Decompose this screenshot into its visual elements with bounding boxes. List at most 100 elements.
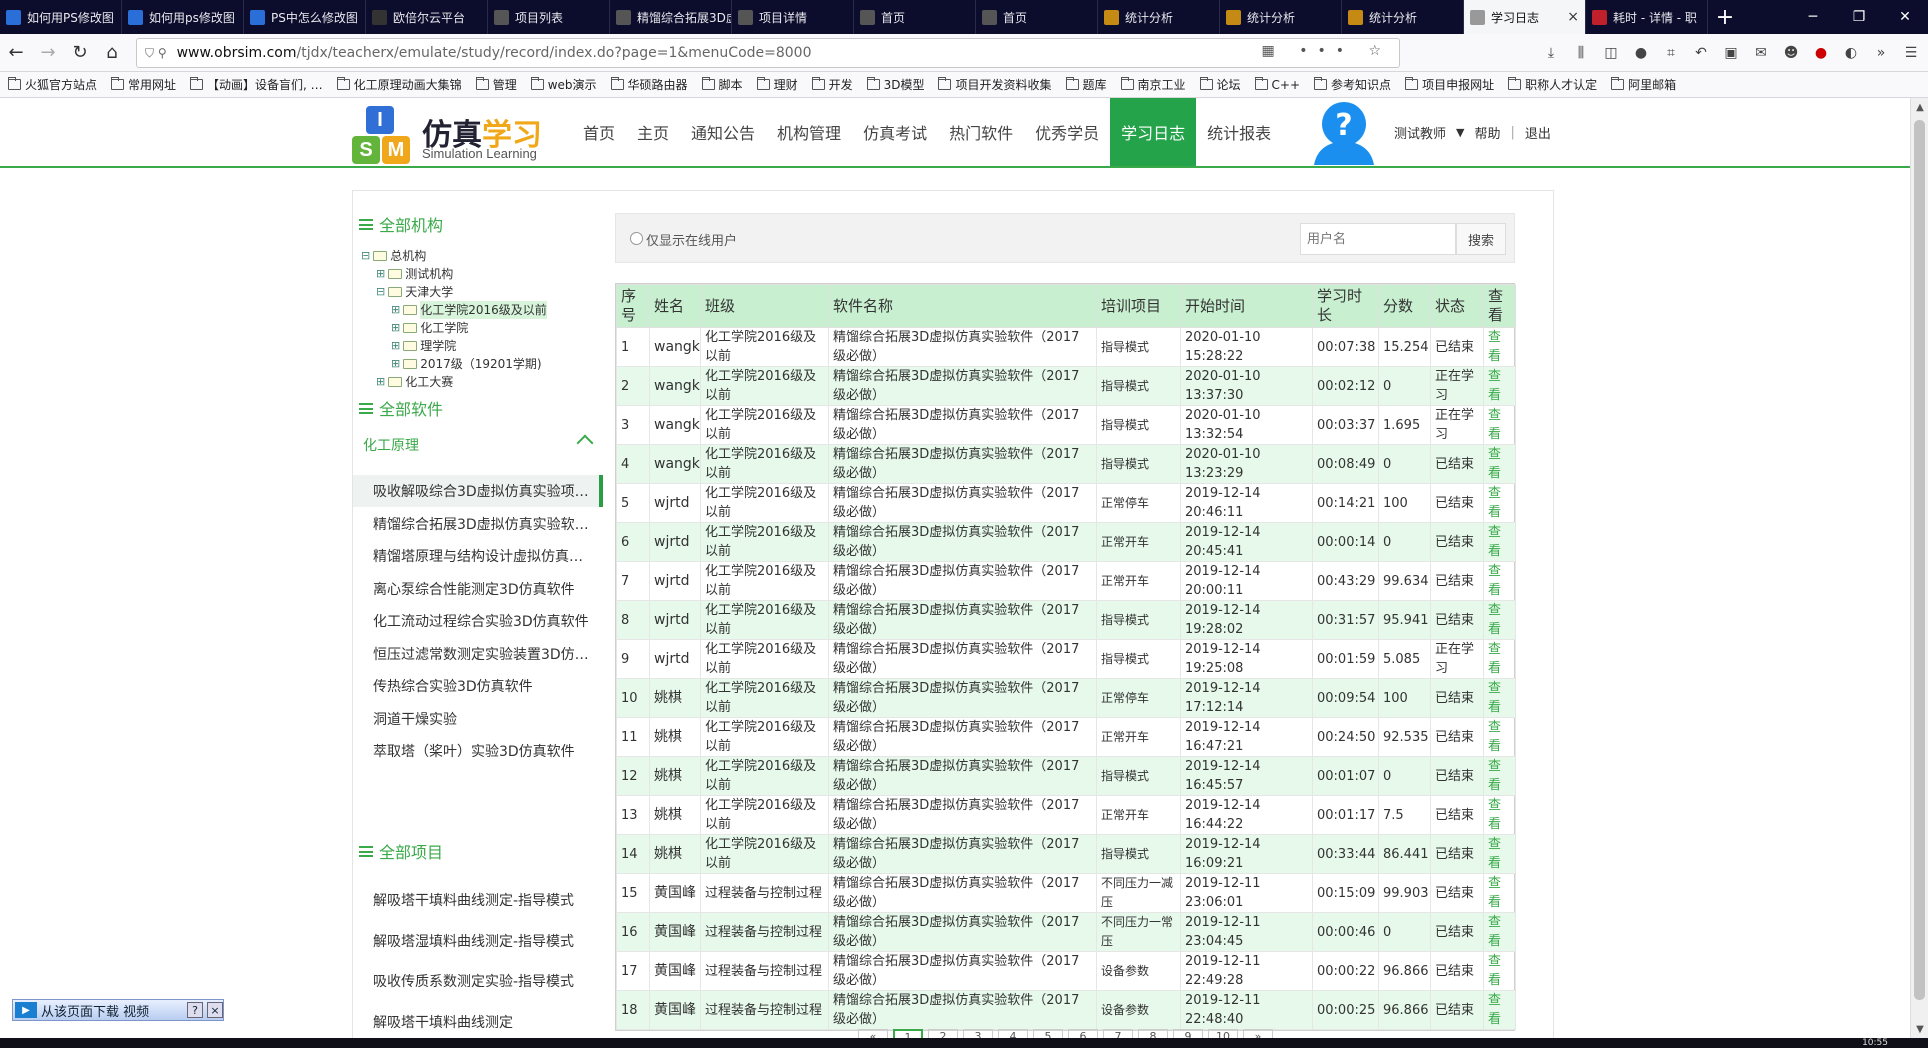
column-header[interactable]: 培训项目 (1096, 284, 1181, 328)
software-item[interactable]: 化工流动过程综合实验3D仿真软件 (353, 605, 603, 637)
bookmark-item[interactable]: 阿里邮箱 (1611, 76, 1676, 93)
page-actions-icon[interactable]: ▦ ••• ☆ (1262, 43, 1391, 59)
view-link[interactable]: 查看 (1483, 717, 1516, 757)
browser-tab[interactable]: 耗时 - 详情 - 职 (1586, 0, 1708, 34)
browser-tab[interactable]: 如何用ps修改图 (122, 0, 244, 34)
search-button[interactable]: 搜索 (1456, 223, 1506, 255)
view-link[interactable]: 查看 (1483, 444, 1516, 484)
view-link[interactable]: 查看 (1483, 834, 1516, 874)
tree-toggle-icon[interactable]: ⊞ (391, 319, 400, 337)
help-link[interactable]: 帮助 (1474, 123, 1500, 142)
home-icon[interactable]: ⌂ (96, 38, 128, 68)
bookmark-item[interactable]: 参考知识点 (1314, 76, 1391, 93)
table-row[interactable]: 1 wangk 化工学院2016级及以前 精馏综合拓展3D虚拟仿真实验软件（2017级… (616, 327, 1516, 367)
table-row[interactable]: 7 wjrtd 化工学院2016级及以前 精馏综合拓展3D虚拟仿真实验软件（2017级… (616, 561, 1516, 601)
table-row[interactable]: 4 wangk 化工学院2016级及以前 精馏综合拓展3D虚拟仿真实验软件（2017级… (616, 444, 1516, 484)
view-link[interactable]: 查看 (1483, 405, 1516, 445)
column-header[interactable]: 开始时间 (1180, 284, 1313, 328)
column-header[interactable]: 分数 (1378, 284, 1431, 328)
online-only-radio[interactable] (630, 232, 643, 245)
bookmark-item[interactable]: 管理 (475, 76, 517, 93)
view-link[interactable]: 查看 (1483, 522, 1516, 562)
tree-toggle-icon[interactable]: ⊞ (376, 373, 385, 391)
scroll-down-icon[interactable]: ▼ (1911, 1020, 1928, 1038)
view-link[interactable]: 查看 (1483, 366, 1516, 406)
site-logo[interactable]: I S M 仿真学习 Simulation Learning (352, 104, 562, 164)
column-header[interactable]: 查看 (1483, 284, 1516, 328)
software-item[interactable]: 精馏综合拓展3D虚拟仿真实验软… (353, 508, 603, 540)
nav-item[interactable]: 首页 (572, 98, 626, 166)
chevron-down-icon[interactable]: ▼ (1456, 126, 1464, 139)
shield-icon[interactable]: ⛉ ⚲ (145, 46, 167, 61)
project-item[interactable]: 吸收传质系数测定实验-指导模式 (353, 961, 603, 1001)
project-item[interactable]: 解吸塔湿填料曲线测定-指导模式 (353, 921, 603, 961)
tree-toggle-icon[interactable]: ⊞ (391, 301, 400, 319)
bookmark-item[interactable]: 理财 (756, 76, 798, 93)
nav-item[interactable]: 仿真考试 (852, 98, 938, 166)
online-only-label[interactable]: 仅显示在线用户 (646, 230, 737, 249)
software-item[interactable]: 传热综合实验3D仿真软件 (353, 670, 603, 702)
table-row[interactable]: 17 黄国峰 过程装备与控制过程 精馏综合拓展3D虚拟仿真实验软件（2017级必做）设… (616, 951, 1516, 991)
tree-toggle-icon[interactable]: ⊞ (391, 355, 400, 373)
tree-toggle-icon[interactable]: ⊟ (376, 283, 385, 301)
browser-tab[interactable]: 精馏综合拓展3D虚 (610, 0, 732, 34)
table-row[interactable]: 6 wjrtd 化工学院2016级及以前 精馏综合拓展3D虚拟仿真实验软件（2017级… (616, 522, 1516, 562)
org-tree-node[interactable]: ⊞ 化工学院2016级及以前 (361, 301, 547, 319)
view-link[interactable]: 查看 (1483, 678, 1516, 718)
avatar[interactable]: ? (1308, 99, 1380, 165)
back-icon[interactable]: ← (0, 38, 32, 68)
column-header[interactable]: 姓名 (649, 284, 701, 328)
view-link[interactable]: 查看 (1483, 483, 1516, 523)
view-link[interactable]: 查看 (1483, 600, 1516, 640)
table-row[interactable]: 8 wjrtd 化工学院2016级及以前 精馏综合拓展3D虚拟仿真实验软件（2017级… (616, 600, 1516, 640)
software-item[interactable]: 恒压过滤常数测定实验装置3D仿… (353, 638, 603, 670)
column-header[interactable]: 序号 (616, 284, 650, 328)
view-link[interactable]: 查看 (1483, 639, 1516, 679)
table-row[interactable]: 5 wjrtd 化工学院2016级及以前 精馏综合拓展3D虚拟仿真实验软件（2017级… (616, 483, 1516, 523)
undo-icon[interactable]: ↶ (1688, 38, 1714, 68)
library-icon[interactable]: ⫼ (1568, 38, 1594, 68)
project-item[interactable]: 解吸塔干填料曲线测定 (353, 1002, 603, 1042)
browser-tab[interactable]: PS中怎么修改图 (244, 0, 366, 34)
extension-icon[interactable]: ☻ (1778, 38, 1804, 68)
minimize-icon[interactable]: ─ (1790, 0, 1836, 34)
page-scrollbar[interactable]: ▲ ▼ (1910, 98, 1928, 1038)
view-link[interactable]: 查看 (1483, 873, 1516, 913)
crop-icon[interactable]: ⌗ (1658, 38, 1684, 68)
bookmark-item[interactable]: 职称人才认定 (1508, 76, 1597, 93)
bookmark-item[interactable]: 华硕路由器 (610, 76, 688, 93)
bookmark-item[interactable]: 项目开发资料收集 (938, 76, 1052, 93)
table-row[interactable]: 13 姚棋 化工学院2016级及以前 精馏综合拓展3D虚拟仿真实验软件（2017级必做… (616, 795, 1516, 835)
org-tree-node[interactable]: ⊞ 2017级（19201学期) (361, 355, 547, 373)
forward-icon[interactable]: → (32, 38, 64, 68)
software-item[interactable]: 离心泵综合性能测定3D仿真软件 (353, 573, 603, 605)
table-row[interactable]: 16 黄国峰 过程装备与控制过程 精馏综合拓展3D虚拟仿真实验软件（2017级必做）不… (616, 912, 1516, 952)
org-tree-node[interactable]: ⊞ 理学院 (361, 337, 547, 355)
tree-toggle-icon[interactable]: ⊟ (361, 247, 370, 265)
view-link[interactable]: 查看 (1483, 951, 1516, 991)
new-tab-icon[interactable]: + (1708, 0, 1742, 34)
window-close-icon[interactable]: ✕ (1882, 0, 1928, 34)
browser-tab[interactable]: 学习日志 × (1464, 0, 1586, 34)
bookmark-item[interactable]: 3D模型 (866, 76, 924, 93)
download-video-label[interactable]: 从该页面下载 视频 (41, 1001, 149, 1020)
table-row[interactable]: 12 姚棋 化工学院2016级及以前 精馏综合拓展3D虚拟仿真实验软件（2017级必做… (616, 756, 1516, 796)
column-header[interactable]: 班级 (700, 284, 829, 328)
software-item[interactable]: 精馏塔原理与结构设计虚拟仿真… (353, 540, 603, 572)
software-item[interactable]: 萃取塔（桨叶）实验3D仿真软件 (353, 735, 603, 767)
table-row[interactable]: 3 wangk 化工学院2016级及以前 精馏综合拓展3D虚拟仿真实验软件（2017级… (616, 405, 1516, 445)
bookmark-item[interactable]: 常用网址 (111, 76, 176, 93)
logout-link[interactable]: 退出 (1525, 123, 1551, 142)
browser-tab[interactable]: 首页 (976, 0, 1098, 34)
bookmark-item[interactable]: 脚本 (701, 76, 743, 93)
browser-tab[interactable]: 项目详情 (732, 0, 854, 34)
bookmark-item[interactable]: 开发 (811, 76, 853, 93)
tree-toggle-icon[interactable]: ⊞ (376, 265, 385, 283)
nav-item[interactable]: 机构管理 (766, 98, 852, 166)
screenshot-icon[interactable]: ▣ (1718, 38, 1744, 68)
view-link[interactable]: 查看 (1483, 756, 1516, 796)
table-row[interactable]: 9 wjrtd 化工学院2016级及以前 精馏综合拓展3D虚拟仿真实验软件（2017级… (616, 639, 1516, 679)
scrollbar-thumb[interactable] (1914, 120, 1925, 1000)
org-tree-node[interactable]: ⊞ 化工学院 (361, 319, 547, 337)
scroll-up-icon[interactable]: ▲ (1911, 98, 1928, 116)
